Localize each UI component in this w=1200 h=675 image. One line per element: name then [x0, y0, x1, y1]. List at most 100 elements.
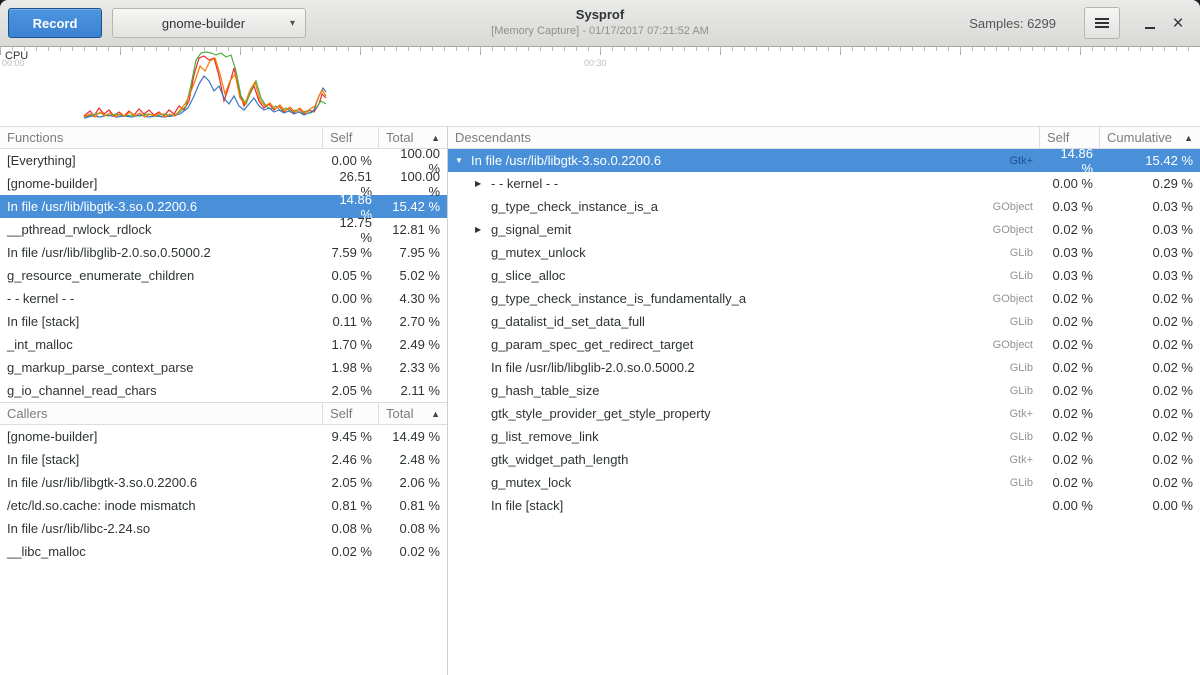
caller-total-value: 2.06 % — [379, 475, 447, 490]
descendant-row[interactable]: gtk_style_provider_get_style_property Gt… — [448, 402, 1200, 425]
descendant-self-value: 0.02 % — [1040, 360, 1100, 375]
expander-icon[interactable]: ▼ — [455, 157, 471, 165]
descendant-cumulative-value: 0.02 % — [1100, 475, 1200, 490]
callers-column-header[interactable]: Callers — [0, 403, 323, 424]
chevron-down-icon: ▾ — [290, 18, 295, 29]
descendant-cumulative-value: 0.02 % — [1100, 314, 1200, 329]
cpu-timeline[interactable]: CPU 00:00 00:30 — [0, 47, 1200, 126]
caller-name: __libc_malloc — [0, 544, 323, 559]
record-button[interactable]: Record — [8, 8, 102, 38]
functions-column-header[interactable]: Functions — [0, 127, 323, 148]
cumulative-column-label: Cumulative — [1107, 130, 1172, 145]
function-row[interactable]: - - kernel - - 0.00 % 4.30 % — [0, 287, 447, 310]
total-column-label: Total — [386, 406, 413, 421]
function-row[interactable]: g_io_channel_read_chars 2.05 % 2.11 % — [0, 379, 447, 402]
caller-row[interactable]: In file /usr/lib/libgtk-3.so.0.2200.6 2.… — [0, 471, 447, 494]
function-self-value: 1.70 % — [323, 337, 379, 352]
functions-table: Functions Self Total ▲ [Everything] 0.00… — [0, 126, 447, 402]
function-row[interactable]: In file /usr/lib/libglib-2.0.so.0.5000.2… — [0, 241, 447, 264]
descendant-cumulative-value: 0.02 % — [1100, 337, 1200, 352]
close-button[interactable]: × — [1164, 8, 1192, 38]
minimize-button[interactable] — [1136, 8, 1164, 38]
descendants-column-header[interactable]: Descendants — [448, 127, 1040, 148]
function-name: g_markup_parse_context_parse — [0, 360, 323, 375]
descendant-name-cell: In file /usr/lib/libglib-2.0.so.0.5000.2… — [448, 360, 1040, 375]
caller-self-value: 9.45 % — [323, 429, 379, 444]
library-category-label: GLib — [996, 316, 1033, 328]
callers-self-column-header[interactable]: Self — [323, 403, 379, 424]
descendant-self-value: 0.00 % — [1040, 498, 1100, 513]
descendant-row[interactable]: g_slice_alloc GLib 0.03 % 0.03 % — [448, 264, 1200, 287]
function-row[interactable]: In file /usr/lib/libgtk-3.so.0.2200.6 14… — [0, 195, 447, 218]
descendant-self-value: 0.02 % — [1040, 383, 1100, 398]
caller-total-value: 0.02 % — [379, 544, 447, 559]
descendant-row[interactable]: ▶ g_signal_emit GObject 0.02 % 0.03 % — [448, 218, 1200, 241]
descendant-row[interactable]: ▼ In file /usr/lib/libgtk-3.so.0.2200.6 … — [448, 149, 1200, 172]
descendant-self-value: 14.86 % — [1040, 146, 1100, 176]
descendant-name: g_mutex_unlock — [491, 245, 586, 260]
caller-name: In file [stack] — [0, 452, 323, 467]
descendant-name-cell: ▼ In file /usr/lib/libgtk-3.so.0.2200.6 … — [448, 153, 1040, 168]
descendant-name-cell: g_slice_alloc GLib — [448, 268, 1040, 283]
descendant-row[interactable]: g_mutex_lock GLib 0.02 % 0.02 % — [448, 471, 1200, 494]
function-row[interactable]: __pthread_rwlock_rdlock 12.75 % 12.81 % — [0, 218, 447, 241]
caller-total-value: 2.48 % — [379, 452, 447, 467]
function-self-value: 2.05 % — [323, 383, 379, 398]
caller-name: In file /usr/lib/libc-2.24.so — [0, 521, 323, 536]
function-row[interactable]: _int_malloc 1.70 % 2.49 % — [0, 333, 447, 356]
hamburger-icon — [1095, 18, 1109, 28]
process-selector-label: gnome-builder — [123, 16, 284, 31]
descendant-name-cell: gtk_style_provider_get_style_property Gt… — [448, 406, 1040, 421]
expander-icon[interactable]: ▶ — [475, 180, 491, 188]
function-self-value: 12.75 % — [323, 215, 379, 245]
descendant-row[interactable]: g_type_check_instance_is_fundamentally_a… — [448, 287, 1200, 310]
descendant-row[interactable]: In file [stack] 0.00 % 0.00 % — [448, 494, 1200, 517]
descendant-row[interactable]: g_hash_table_size GLib 0.02 % 0.02 % — [448, 379, 1200, 402]
descendant-name: gtk_widget_path_length — [491, 452, 628, 467]
descendant-row[interactable]: gtk_widget_path_length Gtk+ 0.02 % 0.02 … — [448, 448, 1200, 471]
function-total-value: 15.42 % — [379, 199, 447, 214]
callers-rows: [gnome-builder] 9.45 % 14.49 % In file [… — [0, 425, 447, 563]
minimize-icon — [1145, 27, 1155, 29]
descendant-row[interactable]: g_datalist_id_set_data_full GLib 0.02 % … — [448, 310, 1200, 333]
descendant-row[interactable]: g_list_remove_link GLib 0.02 % 0.02 % — [448, 425, 1200, 448]
functions-self-column-header[interactable]: Self — [323, 127, 379, 148]
caller-row[interactable]: /etc/ld.so.cache: inode mismatch 0.81 % … — [0, 494, 447, 517]
caller-name: In file /usr/lib/libgtk-3.so.0.2200.6 — [0, 475, 323, 490]
descendant-row[interactable]: g_param_spec_get_redirect_target GObject… — [448, 333, 1200, 356]
descendant-name: - - kernel - - — [491, 176, 558, 191]
process-selector-dropdown[interactable]: gnome-builder ▾ — [112, 8, 306, 38]
caller-row[interactable]: In file [stack] 2.46 % 2.48 % — [0, 448, 447, 471]
function-row[interactable]: g_markup_parse_context_parse 1.98 % 2.33… — [0, 356, 447, 379]
caller-self-value: 0.81 % — [323, 498, 379, 513]
samples-count: Samples: 6299 — [969, 16, 1056, 31]
function-name: g_io_channel_read_chars — [0, 383, 323, 398]
descendants-cumulative-column-header[interactable]: Cumulative ▲ — [1100, 127, 1200, 148]
caller-row[interactable]: __libc_malloc 0.02 % 0.02 % — [0, 540, 447, 563]
descendant-row[interactable]: g_mutex_unlock GLib 0.03 % 0.03 % — [448, 241, 1200, 264]
descendant-cumulative-value: 0.03 % — [1100, 268, 1200, 283]
functions-rows: [Everything] 0.00 % 100.00 % [gnome-buil… — [0, 149, 447, 402]
caller-name: [gnome-builder] — [0, 429, 323, 444]
sysprof-window: Record gnome-builder ▾ Sysprof [Memory C… — [0, 0, 1200, 675]
function-row[interactable]: In file [stack] 0.11 % 2.70 % — [0, 310, 447, 333]
descendant-row[interactable]: g_type_check_instance_is_a GObject 0.03 … — [448, 195, 1200, 218]
caller-total-value: 14.49 % — [379, 429, 447, 444]
callers-total-column-header[interactable]: Total ▲ — [379, 403, 447, 424]
caller-row[interactable]: [gnome-builder] 9.45 % 14.49 % — [0, 425, 447, 448]
function-total-value: 2.49 % — [379, 337, 447, 352]
descendant-self-value: 0.03 % — [1040, 199, 1100, 214]
function-row[interactable]: [gnome-builder] 26.51 % 100.00 % — [0, 172, 447, 195]
descendant-row[interactable]: In file /usr/lib/libglib-2.0.so.0.5000.2… — [448, 356, 1200, 379]
caller-row[interactable]: In file /usr/lib/libc-2.24.so 0.08 % 0.0… — [0, 517, 447, 540]
expander-icon[interactable]: ▶ — [475, 226, 491, 234]
menu-button[interactable] — [1084, 7, 1120, 39]
function-row[interactable]: g_resource_enumerate_children 0.05 % 5.0… — [0, 264, 447, 287]
descendant-row[interactable]: ▶ - - kernel - - 0.00 % 0.29 % — [448, 172, 1200, 195]
descendant-cumulative-value: 0.02 % — [1100, 452, 1200, 467]
descendants-table: Descendants Self Cumulative ▲ ▼ In file … — [448, 126, 1200, 517]
descendant-self-value: 0.03 % — [1040, 268, 1100, 283]
library-category-label: GLib — [996, 385, 1033, 397]
descendant-self-value: 0.02 % — [1040, 475, 1100, 490]
descendants-rows: ▼ In file /usr/lib/libgtk-3.so.0.2200.6 … — [448, 149, 1200, 517]
